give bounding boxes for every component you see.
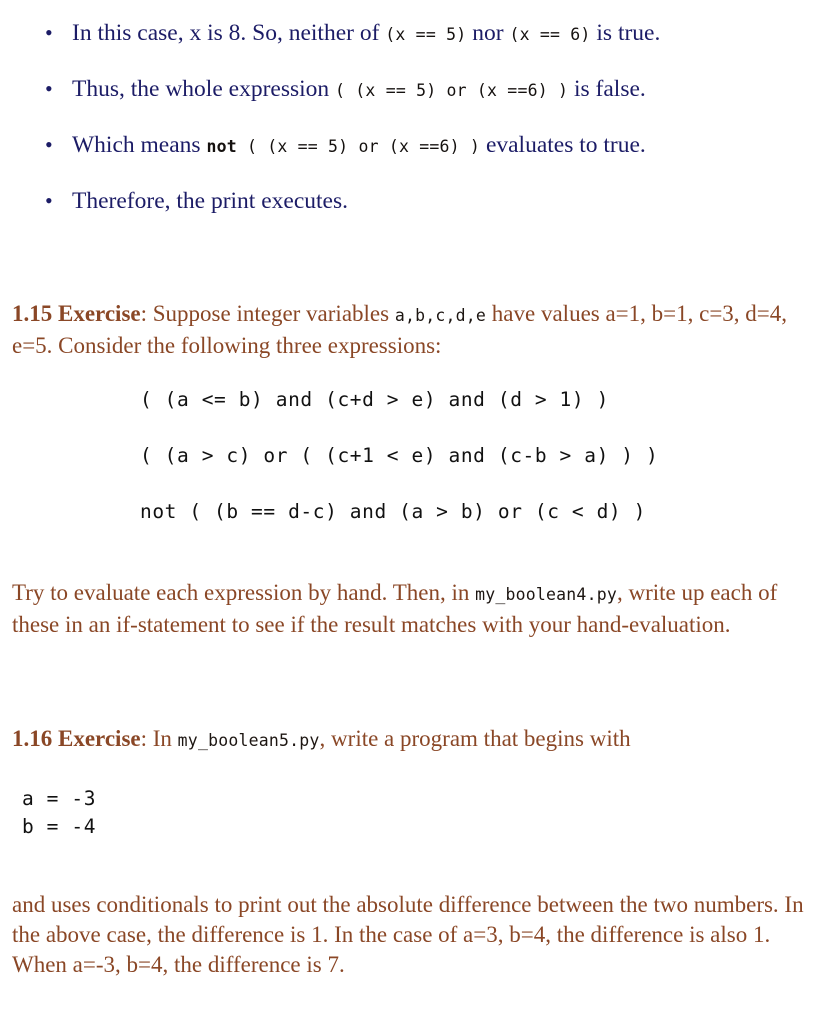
exercise-1-16-paragraph: 1.16 Exercise: In my_boolean5.py, write …	[12, 724, 826, 756]
bullet-text-segment: Which means	[72, 132, 207, 158]
inline-code: ( (x == 5) or (x ==6) )	[236, 137, 481, 156]
exercise-1-15-paragraph: 1.15 Exercise: Suppose integer variables…	[12, 299, 826, 361]
exercise-1-16-label: 1.16 Exercise	[12, 726, 141, 751]
followup-text-before: Try to evaluate each expression by hand.…	[12, 580, 476, 605]
bullet-text-segment: Therefore, the print executes.	[72, 188, 348, 214]
inline-code-variables: a,b,c,d,e	[394, 306, 487, 325]
list-item: • In this case, x is 8. So, neither of (…	[0, 6, 838, 62]
expression-code-block: ( (a <= b) and (c+d > e) and (d > 1) ) ( …	[140, 372, 658, 540]
bullet-text-segment: is false.	[568, 76, 646, 102]
code-line: ( (a > c) or ( (c+1 < e) and (c-b > a) )…	[140, 444, 659, 467]
variable-assignment-code-block: a = -3 b = -4	[22, 785, 96, 841]
bullet-list: • In this case, x is 8. So, neither of (…	[0, 6, 838, 228]
inline-code: ( (x == 5) or (x ==6) )	[335, 81, 569, 100]
inline-code: (x == 6)	[509, 25, 591, 44]
inline-code: (x == 5)	[385, 25, 467, 44]
code-line: b = -4	[22, 815, 97, 838]
inline-code-keyword: not	[206, 137, 237, 156]
document-page: • In this case, x is 8. So, neither of (…	[0, 0, 838, 1024]
list-item: • Thus, the whole expression ( (x == 5) …	[0, 62, 838, 118]
list-item: • Therefore, the print executes.	[0, 174, 838, 228]
list-item: • Which means not ( (x == 5) or (x ==6) …	[0, 118, 838, 174]
bullet-marker-icon: •	[45, 20, 53, 45]
bullet-marker-icon: •	[45, 188, 53, 213]
code-line: not ( (b == d-c) and (a > b) or (c < d) …	[140, 500, 646, 523]
code-line: ( (a <= b) and (c+d > e) and (d > 1) )	[140, 388, 609, 411]
exercise-1-15-text-before: : Suppose integer variables	[140, 301, 395, 326]
code-line: a = -3	[22, 787, 97, 810]
inline-code-filename: my_boolean5.py	[177, 731, 320, 750]
bullet-marker-icon: •	[45, 132, 53, 157]
bullet-text-segment: is true.	[590, 20, 661, 46]
exercise-1-15-followup-paragraph: Try to evaluate each expression by hand.…	[12, 578, 826, 640]
exercise-1-16-text-after: , write a program that begins with	[319, 726, 631, 751]
exercise-1-16-text-before: : In	[140, 726, 178, 751]
exercise-1-15-label: 1.15 Exercise	[12, 301, 141, 326]
bullet-text-segment: evaluates to true.	[480, 132, 646, 158]
bullet-text-segment: In this case, x is 8. So, neither of	[72, 20, 386, 46]
exercise-1-16-closing-paragraph: and uses conditionals to print out the a…	[12, 892, 804, 977]
inline-code-filename: my_boolean4.py	[475, 585, 617, 604]
bullet-marker-icon: •	[45, 76, 53, 101]
bullet-text-segment: nor	[466, 20, 510, 46]
bullet-text-segment: Thus, the whole expression	[72, 76, 336, 102]
